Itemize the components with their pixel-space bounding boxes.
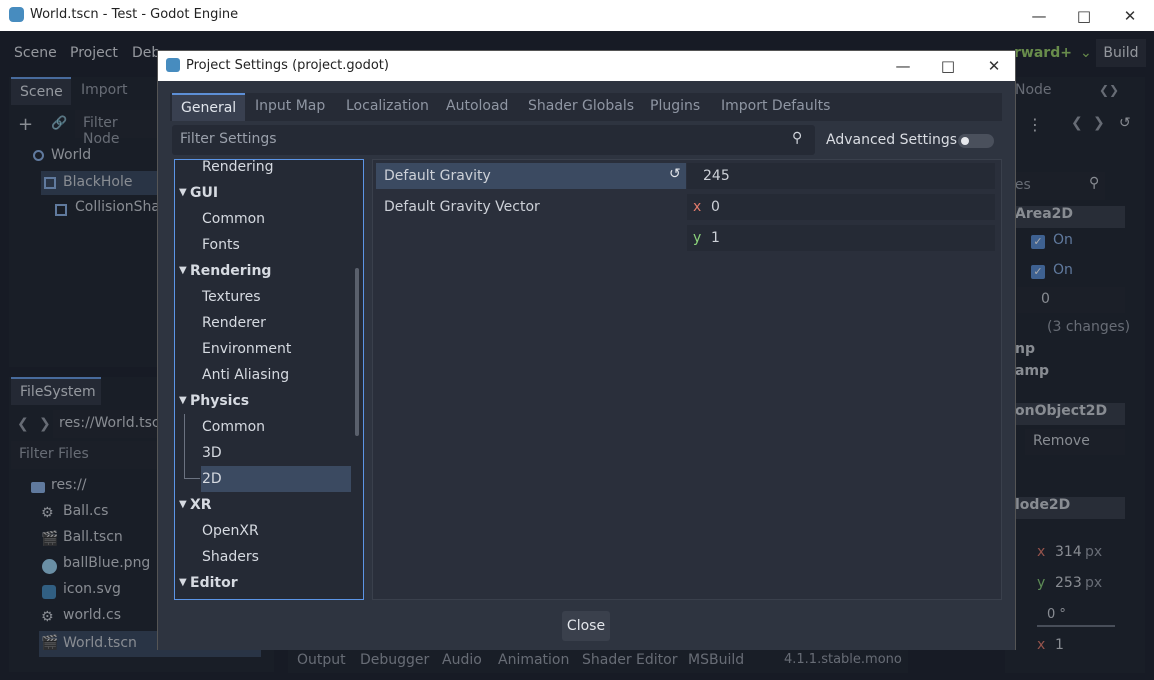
dialog-minimize-button[interactable]: — [880,51,926,81]
tree-cat-xr[interactable]: XR [190,492,212,518]
tree-item-openxr[interactable]: OpenXR [202,518,259,544]
settings-properties: Default Gravity ↺ 245 Default Gravity Ve… [372,159,1002,600]
maximize-button[interactable]: □ [1061,0,1107,31]
chevron-down-icon[interactable]: ▼ [179,570,187,596]
chevron-down-icon[interactable]: ▼ [179,258,187,284]
dialog-title: Project Settings (project.godot) [186,58,389,73]
advanced-settings-label: Advanced Settings [826,132,958,148]
tree-item-textures[interactable]: Textures [202,284,261,310]
tree-item-3d[interactable]: 3D [202,440,222,466]
window-titlebar: World.tscn - Test - Godot Engine — □ ✕ [0,0,1154,31]
tree-cat-editor[interactable]: Editor [190,570,238,596]
godot-icon [166,58,180,72]
godot-icon [9,7,24,22]
tab-input-map[interactable]: Input Map [246,93,334,121]
tab-localization[interactable]: Localization [337,93,438,121]
tab-plugins[interactable]: Plugins [641,93,709,121]
tree-guide-line [184,414,185,478]
window-title: World.tscn - Test - Godot Engine [30,7,239,22]
advanced-settings-toggle[interactable] [958,134,994,148]
chevron-down-icon[interactable]: ▼ [179,492,187,518]
tree-item-2d[interactable]: 2D [201,466,351,492]
search-icon: ⚲ [792,130,803,146]
tab-import-defaults[interactable]: Import Defaults [712,93,839,121]
vector-y-value: 1 [711,230,720,246]
tab-autoload[interactable]: Autoload [437,93,517,121]
chevron-down-icon[interactable]: ▼ [179,388,187,414]
filter-settings-input[interactable]: Filter Settings ⚲ [172,125,815,155]
chevron-down-icon[interactable]: ▼ [179,180,187,206]
tree-item-physics-common[interactable]: Common [202,414,265,440]
tree-item-fonts[interactable]: Fonts [202,232,240,258]
revert-icon[interactable]: ↺ [669,166,681,182]
tree-item-gui-common[interactable]: Common [202,206,265,232]
tree-guide-line [184,478,200,479]
tree-cat-physics[interactable]: Physics [190,388,249,414]
default-gravity-label: Default Gravity [376,163,686,189]
close-button[interactable]: Close [562,611,610,641]
filter-settings-placeholder: Filter Settings [180,131,277,147]
gravity-vector-y-field[interactable]: y 1 [687,225,995,251]
tree-item-shaders[interactable]: Shaders [202,544,259,570]
close-window-button[interactable]: ✕ [1107,0,1153,31]
vector-x-value: 0 [711,199,720,215]
tree-scrollbar[interactable] [355,268,359,436]
project-settings-dialog: Project Settings (project.godot) — □ ✕ G… [157,50,1016,650]
default-gravity-value[interactable]: 245 [687,163,995,189]
tree-item-environment[interactable]: Environment [202,336,291,362]
tree-item-anti-aliasing[interactable]: Anti Aliasing [202,362,289,388]
dialog-maximize-button[interactable]: □ [925,51,971,81]
vector-x-label: x [693,199,702,215]
dialog-titlebar: Project Settings (project.godot) — □ ✕ [158,51,1015,81]
tree-cat-gui[interactable]: GUI [190,180,218,206]
default-gravity-vector-label: Default Gravity Vector [384,199,540,215]
dialog-close-x-button[interactable]: ✕ [971,51,1017,81]
tree-item-renderer[interactable]: Renderer [202,310,266,336]
minimize-button[interactable]: — [1016,0,1062,31]
dialog-body: General Input Map Localization Autoload … [158,81,1015,650]
tree-cat-rendering[interactable]: Rendering [190,258,271,284]
tree-item-rendering-top[interactable]: Rendering [202,160,274,180]
settings-tree: Rendering ▼ GUI Common Fonts ▼ Rendering… [174,159,364,600]
toggle-knob [961,137,969,145]
vector-y-label: y [693,230,702,246]
tab-shader-globals[interactable]: Shader Globals [519,93,643,121]
gravity-vector-x-field[interactable]: x 0 [687,194,995,220]
tab-general[interactable]: General [172,93,246,121]
